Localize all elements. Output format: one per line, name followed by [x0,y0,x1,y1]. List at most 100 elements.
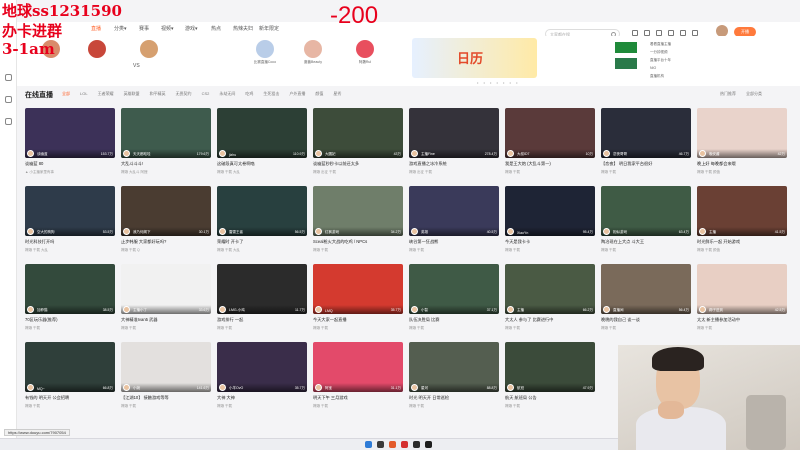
card-thumbnail[interactable]: 主播 66.2万 [505,264,595,314]
hero-streamer[interactable]: 阿魏Rul [345,40,385,65]
live-card[interactable]: 加菲猫 38.5万 70区玩乐器(推荐) 嫦娥 千载 [25,264,115,337]
filter-tab[interactable]: 吃鸡 [245,91,253,97]
nav-item-6[interactable]: 热辣夫妇 [233,25,253,32]
card-thumbnail[interactable]: 主播 41.5万 [697,186,787,236]
live-card[interactable]: 直播间 56.4万 晚晚的我自己 谈一谈 嫦娥 千载 [601,264,691,337]
card-thumbnail[interactable]: MQ~ 66.8万 [25,342,115,392]
taskbar-app-icon[interactable] [401,441,408,448]
card-title[interactable]: 时光科技打开吗 [25,239,115,245]
card-title[interactable]: 大乱斗斗斗! [121,161,211,167]
card-thumbnail[interactable]: 大圆妃 43万 [313,108,403,158]
sidebar-item-category[interactable] [2,118,15,132]
card-title[interactable]: 时光 明天开 日常巡检 [409,395,499,401]
live-card[interactable]: 航班 47.9万 航天 航班局 公告 嫦娥 千载 [505,342,595,415]
card-title[interactable]: Sceal枪火大战的吃鸡 / NPCs [313,239,403,245]
live-card[interactable]: 主播 41.5万 时光鲜乐一起 开始游戏 嫦娥 千载 颜值 [697,186,787,259]
card-title[interactable]: 晚晚的我自己 谈一谈 [601,317,691,323]
live-card[interactable]: 主播Fine 278.4万 游戏直播之冰冷系统 嫦娥 出征 千载 [409,108,499,181]
live-card[interactable]: 天天都蛙哇 179.6万 大乱斗斗斗! 嫦娥 大乱斗 阿狸 [121,108,211,181]
card-thumbnail[interactable]: 卿子进到 42.5万 [697,264,787,314]
live-card[interactable]: 相似游戏 63.4万 陶冶现在上大点 斗大王 嫦娥 千载 [601,186,691,259]
hero-streamer[interactable]: 比赛直播Coco [245,40,285,65]
section-tool[interactable]: 热门推荐 [720,91,736,97]
card-thumbnail[interactable]: 晚安酱 42万 [697,108,787,158]
filter-tab[interactable]: 永劫无间 [219,91,235,97]
side-item-text[interactable]: NIO [650,66,656,70]
card-thumbnail[interactable]: 主播Fine 278.4万 [409,108,499,158]
side-thumbnail[interactable] [615,42,637,53]
section-tool[interactable]: 全部分类 [746,91,762,97]
live-card[interactable]: XiaoYn 95.4万 今天是我卡卡 嫦娥 千载 [505,186,595,259]
card-thumbnail[interactable]: 加菲猫 38.5万 [25,264,115,314]
card-title[interactable]: 【恋夜】 明日我家平台很好 [601,161,691,167]
card-title[interactable]: 止步韩服 大家都好玩吗? [121,239,211,245]
card-thumbnail[interactable]: 航班 47.9万 [505,342,595,392]
live-card[interactable]: 大叔ID7 10万 我是王大炮 (大乱斗第一) 嫦娥 千载 [505,108,595,181]
card-title[interactable]: 这破段真可太卷啊咯 [217,161,307,167]
card-thumbnail[interactable]: 雷霆王者 56.5万 [217,186,307,236]
live-card[interactable]: 晚安酱 42万 晚上好 每晚都会来哦 嫦娥 千载 颜值 [697,108,787,181]
side-item-text[interactable]: 直播机构 [650,74,664,79]
filter-tab[interactable]: 英雄联盟 [124,91,140,97]
card-title[interactable]: 70区玩乐器(推荐) [25,317,115,323]
live-card[interactable]: 我乃何阁下 30.1万 止步韩服 大家都好玩吗? 嫦娥 千载 Q [121,186,211,259]
carousel-dots[interactable]: • • • • • • • [477,80,519,85]
nav-item-7[interactable]: 新年限定 [259,25,279,32]
card-title[interactable]: 【江湖10】 接触游戏等等 [121,395,211,401]
live-card[interactable]: 雷霆王者 56.5万 荣耀时 开卡了 嫦娥 千载 大乱 [217,186,307,259]
filter-tab[interactable]: 无畏契约 [176,91,192,97]
live-card[interactable]: 星河 88.8万 时光 明天开 日常巡检 嫦娥 千载 [409,342,499,415]
filter-tab[interactable]: LOL [80,91,88,97]
card-title[interactable]: 今天是我卡卡 [505,239,595,245]
card-title[interactable]: 队伍决胜局 比赛 [409,317,499,323]
card-thumbnail[interactable]: 星河 88.8万 [409,342,499,392]
card-title[interactable]: 大神精准Ivan5 武器 [121,317,211,323]
card-thumbnail[interactable]: 主播小丁 33.6万 [121,264,211,314]
card-thumbnail[interactable]: 谈幽蓝 153.7万 [25,108,115,158]
live-card[interactable]: 英雄 40.5万 峡谷第一狂战熊 嫦娥 千载 [409,186,499,259]
taskbar-app-icon[interactable] [377,441,384,448]
hero-streamer[interactable] [77,40,117,60]
card-title[interactable]: 游戏排行 一起 [217,317,307,323]
card-title[interactable]: 游戏直播之冰冷系统 [409,161,499,167]
card-thumbnail[interactable]: XiaoYn 95.4万 [505,186,595,236]
card-title[interactable]: 航天 航班局 公告 [505,395,595,401]
live-card[interactable]: 主播 66.2万 大太人 参与了 比赛进行中 嫦娥 千载 [505,264,595,337]
taskbar-app-icon[interactable] [413,441,420,448]
filter-tab[interactable]: 户外直播 [289,91,305,97]
card-thumbnail[interactable]: 阿宝 31.1万 [313,342,403,392]
card-title[interactable]: 晚上好 每晚都会来哦 [697,161,787,167]
card-title[interactable]: 有钱的 明天开 公会招聘 [25,395,115,401]
card-thumbnail[interactable]: jizhu 110.9万 [217,108,307,158]
filter-tab[interactable]: 星秀 [333,91,341,97]
taskbar-app-icon[interactable] [389,441,396,448]
card-title[interactable]: 大神 大神 [217,395,307,401]
card-thumbnail[interactable]: 天天都蛙哇 179.6万 [121,108,211,158]
nav-item-5[interactable]: 热点 [211,25,221,32]
filter-tab[interactable]: 王者荣耀 [98,91,114,97]
live-card[interactable]: 小羊OvO 35.7万 大神 大神 嫦娥 千载 [217,342,307,415]
filter-tab[interactable]: 颜值 [315,91,323,97]
sidebar-item-home[interactable] [2,74,15,88]
card-thumbnail[interactable]: 恋夜哥哥 46.7万 [601,108,691,158]
card-title[interactable]: 我是王大炮 (大乱斗第一) [505,161,595,167]
card-title[interactable]: 时光鲜乐一起 开始游戏 [697,239,787,245]
live-card[interactable]: 小婉 141.6万 【江湖10】 接触游戏等等 嫦娥 千载 [121,342,211,415]
side-item-text[interactable]: 直播平台十年 [650,58,671,63]
live-card[interactable]: MQ~ 66.8万 有钱的 明天开 公会招聘 嫦娥 千载 [25,342,115,415]
card-thumbnail[interactable]: LMQ 35.7万 [313,264,403,314]
card-thumbnail[interactable]: 相似游戏 63.4万 [601,186,691,236]
card-title[interactable]: 大太人 参与了 比赛进行中 [505,317,595,323]
card-thumbnail[interactable]: LMG-小鸡 11.7万 [217,264,307,314]
live-card[interactable]: 空大的狗狗 53.5万 时光科技打开吗 嫦娥 千载 大乱 [25,186,115,259]
side-thumbnail[interactable] [615,58,637,69]
live-card[interactable]: 大圆妃 43万 谈幽蓝秒秒卡以前还太多 嫦娥 出征 千载 [313,108,403,181]
hero-streamer[interactable] [129,40,169,60]
taskbar-app-icon[interactable] [365,441,372,448]
card-title[interactable]: 今天大家一起直播 [313,317,403,323]
card-thumbnail[interactable]: 我乃何阁下 30.1万 [121,186,211,236]
nav-item-1[interactable]: 分类▾ [114,25,127,32]
card-thumbnail[interactable]: 红枫游戏 34.2万 [313,186,403,236]
side-item-text[interactable]: 一分钟视频 [650,50,668,55]
live-card[interactable]: 红枫游戏 34.2万 Sceal枪火大战的吃鸡 / NPCs 嫦娥 千载 [313,186,403,259]
